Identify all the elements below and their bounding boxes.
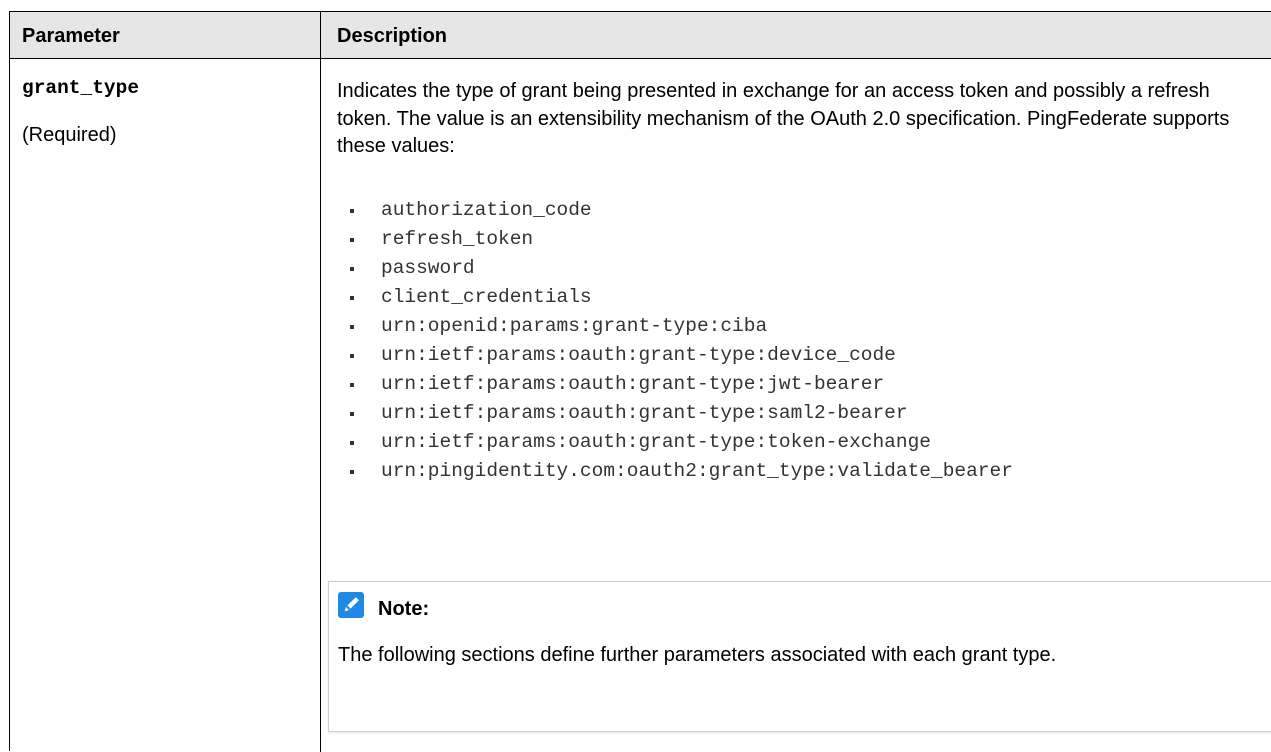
list-item: urn:pingidentity.com:oauth2:grant_type:v…: [349, 457, 1013, 486]
grant-type-value: urn:pingidentity.com:oauth2:grant_type:v…: [381, 460, 1013, 482]
column-divider: [320, 12, 321, 752]
bullet-icon: [350, 441, 354, 445]
note-text: The following sections define further pa…: [338, 644, 1057, 666]
table-header-row: Parameter Description: [10, 12, 1271, 59]
grant-type-value: password: [381, 257, 475, 279]
bullet-icon: [350, 470, 354, 474]
grant-type-value: refresh_token: [381, 228, 534, 250]
grant-type-value: client_credentials: [381, 286, 592, 308]
list-item: urn:ietf:params:oauth:grant-type:device_…: [349, 341, 1013, 370]
bullet-icon: [350, 267, 354, 271]
list-item: urn:ietf:params:oauth:grant-type:jwt-bea…: [349, 370, 1013, 399]
grant-type-value: urn:ietf:params:oauth:grant-type:token-e…: [381, 431, 931, 453]
bullet-icon: [350, 325, 354, 329]
bullet-icon: [350, 209, 354, 213]
grant-type-value: urn:ietf:params:oauth:grant-type:device_…: [381, 344, 896, 366]
parameter-table: Parameter Description grant_type (Requir…: [9, 11, 1271, 752]
list-item: urn:openid:params:grant-type:ciba: [349, 312, 1013, 341]
parameter-description: Indicates the type of grant being presen…: [337, 80, 1230, 157]
pencil-note-icon: [338, 592, 364, 618]
bullet-icon: [350, 296, 354, 300]
parameter-name: grant_type: [22, 77, 140, 99]
list-item: password: [349, 254, 1013, 283]
grant-type-value: urn:ietf:params:oauth:grant-type:saml2-b…: [381, 402, 908, 424]
grant-type-values-list: authorization_code refresh_token passwor…: [349, 196, 1013, 486]
grant-type-value: authorization_code: [381, 199, 592, 221]
column-header-parameter: Parameter: [22, 25, 120, 47]
list-item: client_credentials: [349, 283, 1013, 312]
parameter-requirement: (Required): [22, 124, 117, 146]
bullet-icon: [350, 383, 354, 387]
bullet-icon: [350, 412, 354, 416]
list-item: urn:ietf:params:oauth:grant-type:saml2-b…: [349, 399, 1013, 428]
bullet-icon: [350, 238, 354, 242]
list-item: refresh_token: [349, 225, 1013, 254]
bullet-icon: [350, 354, 354, 358]
note-callout: Note: The following sections define furt…: [328, 581, 1271, 732]
list-item: urn:ietf:params:oauth:grant-type:token-e…: [349, 428, 1013, 457]
grant-type-value: urn:openid:params:grant-type:ciba: [381, 315, 768, 337]
note-heading: Note:: [378, 598, 430, 620]
grant-type-value: urn:ietf:params:oauth:grant-type:jwt-bea…: [381, 373, 885, 395]
list-item: authorization_code: [349, 196, 1013, 225]
column-header-description: Description: [337, 25, 448, 47]
